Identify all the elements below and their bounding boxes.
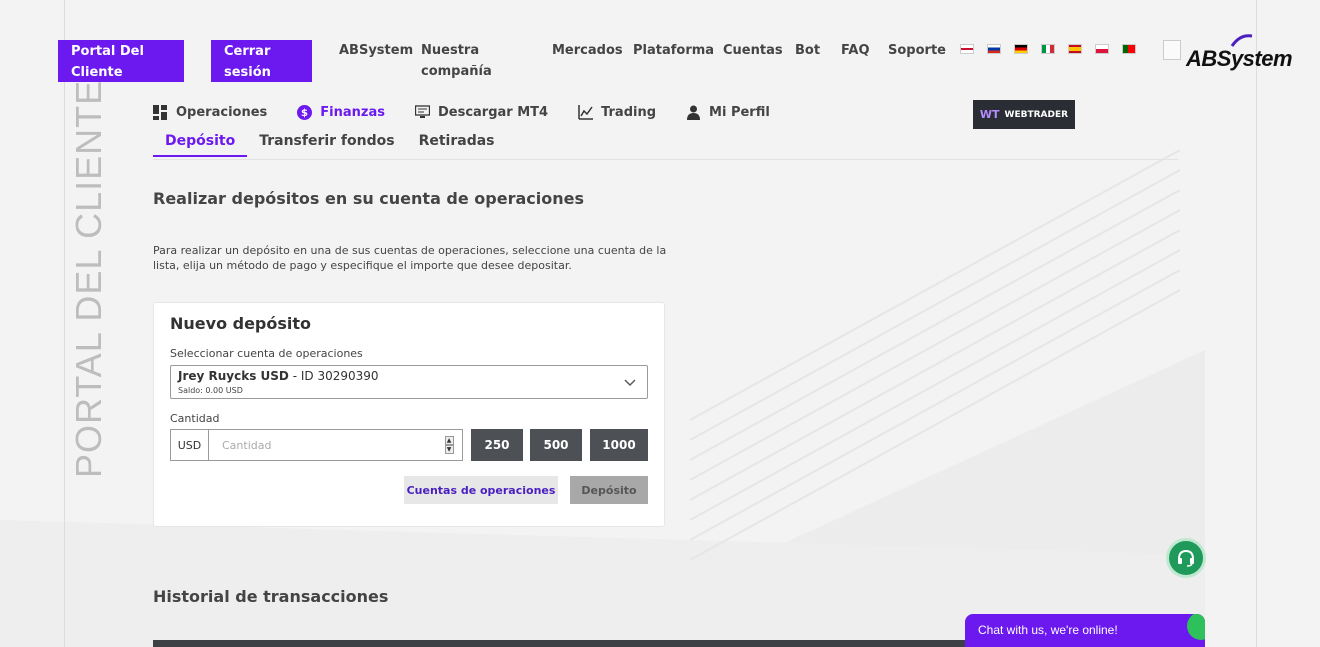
- user-icon: [687, 105, 701, 120]
- menu-item-trading[interactable]: Trading: [578, 105, 656, 120]
- monitor-icon: [414, 105, 430, 118]
- amount-input[interactable]: [209, 430, 442, 460]
- nav-faq[interactable]: FAQ: [841, 40, 870, 61]
- portal-button[interactable]: Portal Del Cliente: [58, 40, 184, 82]
- flag-en-icon[interactable]: [960, 44, 974, 54]
- tab-deposito[interactable]: Depósito: [153, 131, 248, 157]
- nav-platform[interactable]: Plataforma: [633, 40, 714, 61]
- support-headset-button[interactable]: [1166, 538, 1206, 578]
- menu-item-label: Finanzas: [320, 105, 385, 120]
- account-select[interactable]: Jrey Ruycks USD - ID 30290390 Saldo: 0.0…: [170, 365, 648, 399]
- nav-company[interactable]: Nuestra compañía: [421, 40, 492, 82]
- webtrader-logo-icon: WT: [979, 108, 1000, 121]
- menu-item-label: Operaciones: [176, 105, 268, 120]
- flag-es-icon[interactable]: [1068, 44, 1082, 54]
- dollar-icon: $: [297, 105, 313, 120]
- menu-item-mi-perfil[interactable]: Mi Perfil: [686, 105, 770, 120]
- tab-transferir-fondos[interactable]: Transferir fondos: [247, 131, 406, 157]
- logout-button[interactable]: Cerrar sesión: [211, 40, 312, 82]
- quick-amount-500-button[interactable]: 500: [530, 429, 582, 461]
- menu-item-finanzas[interactable]: $ Finanzas: [297, 105, 385, 120]
- grid-line: [64, 0, 65, 647]
- menu-item-descargar-mt4[interactable]: Descargar MT4: [414, 105, 549, 120]
- nav-absystem[interactable]: ABSystem: [339, 40, 413, 61]
- account-balance: Saldo: 0.00 USD: [178, 386, 243, 395]
- quick-amount-250-button[interactable]: 250: [471, 429, 523, 461]
- amount-group: USD ▲ ▼: [170, 429, 463, 461]
- page-description: Para realizar un depósito en una de sus …: [153, 244, 667, 272]
- flag-ru-icon[interactable]: [987, 44, 1001, 54]
- selected-account: Jrey Ruycks USD - ID 30290390: [178, 369, 379, 383]
- online-indicator-icon: [1187, 614, 1205, 640]
- chat-widget[interactable]: Chat with us, we're online!: [965, 614, 1205, 647]
- svg-text:$: $: [301, 108, 308, 119]
- chart-icon: [578, 105, 594, 120]
- deposit-button[interactable]: Depósito: [570, 476, 648, 504]
- nav-markets[interactable]: Mercados: [552, 40, 623, 61]
- menu-item-label: Mi Perfil: [709, 105, 770, 120]
- deposit-card: Nuevo depósito Seleccionar cuenta de ope…: [153, 302, 665, 527]
- menu-item-operaciones[interactable]: Operaciones: [153, 105, 267, 120]
- chat-label: Chat with us, we're online!: [978, 623, 1118, 637]
- menu-item-label: Descargar MT4: [437, 105, 549, 120]
- stepper-up-icon[interactable]: ▲: [444, 436, 454, 445]
- nav-bot[interactable]: Bot: [795, 40, 820, 61]
- account-id: - ID 30290390: [288, 369, 379, 383]
- flag-it-icon[interactable]: [1041, 44, 1055, 54]
- quick-amount-1000-button[interactable]: 1000: [590, 429, 648, 461]
- trading-accounts-button[interactable]: Cuentas de operaciones: [404, 476, 558, 504]
- flag-pl-icon[interactable]: [1095, 44, 1109, 54]
- history-title: Historial de transacciones: [153, 587, 389, 606]
- side-title: PORTAL DEL CLIENTE: [68, 79, 109, 478]
- document-icon[interactable]: [1163, 40, 1181, 60]
- headset-icon: [1178, 549, 1194, 567]
- language-flags: [960, 44, 1136, 54]
- flag-pt-icon[interactable]: [1122, 44, 1136, 54]
- currency-label: USD: [171, 430, 209, 460]
- card-title: Nuevo depósito: [170, 314, 312, 333]
- tab-retiradas[interactable]: Retiradas: [407, 131, 507, 157]
- main-menu: Operaciones $ Finanzas Descargar MT4 Tra…: [153, 105, 770, 120]
- webtrader-label: WEBTRADER: [1004, 109, 1069, 120]
- stepper-down-icon[interactable]: ▼: [444, 445, 454, 454]
- flag-de-icon[interactable]: [1014, 44, 1028, 54]
- grid-line: [1256, 0, 1257, 647]
- nav-accounts[interactable]: Cuentas: [723, 40, 783, 61]
- chevron-down-icon: [624, 379, 636, 386]
- amount-stepper[interactable]: ▲ ▼: [442, 430, 456, 460]
- account-name: Jrey Ruycks USD: [178, 369, 289, 383]
- absystem-logo[interactable]: ABSystem: [1186, 46, 1293, 72]
- finance-subtabs: Depósito Transferir fondos Retiradas: [153, 131, 507, 157]
- divider: [153, 159, 1178, 160]
- webtrader-button[interactable]: WT WEBTRADER: [973, 100, 1075, 129]
- nav-support[interactable]: Soporte: [888, 40, 946, 61]
- menu-item-label: Trading: [601, 105, 657, 120]
- page-title: Realizar depósitos en su cuenta de opera…: [153, 189, 585, 208]
- grid-icon: [153, 105, 167, 120]
- account-select-label: Seleccionar cuenta de operaciones: [170, 347, 363, 360]
- amount-label: Cantidad: [170, 412, 220, 425]
